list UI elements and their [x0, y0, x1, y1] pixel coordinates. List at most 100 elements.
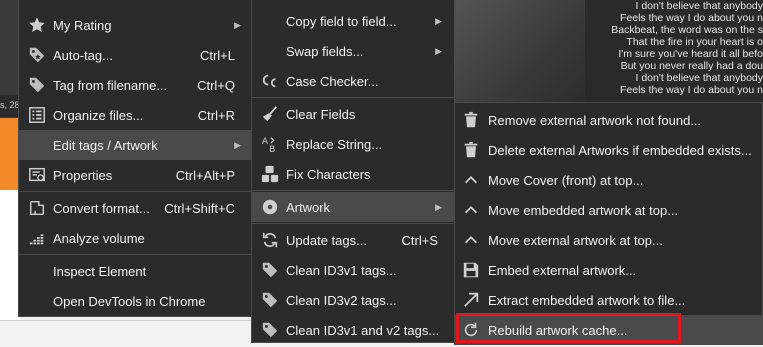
menu-item-convert-format[interactable]: Convert format... Ctrl+Shift+C — [19, 193, 251, 223]
menu-item-label: Properties — [53, 167, 113, 183]
menu-item-shortcut: Ctrl+S — [401, 232, 438, 248]
menu-separator — [252, 223, 454, 224]
refresh-icon — [461, 320, 481, 340]
menu-item-auto-tag[interactable]: Auto-tag... Ctrl+L — [19, 40, 251, 70]
menu-item-clean-id3v2[interactable]: Clean ID3v2 tags... — [252, 285, 454, 315]
menu-item-analyze-volume[interactable]: Analyze volume — [19, 223, 251, 253]
submenu-arrow-icon: ▶ — [234, 139, 241, 150]
menu-item-organize-files[interactable]: Organize files... Ctrl+R — [19, 100, 251, 130]
menu-item-artwork[interactable]: Artwork ▶ — [252, 192, 454, 222]
svg-text:A: A — [262, 137, 269, 147]
album-cover-image — [455, 0, 585, 105]
menu-item-label: Edit tags / Artwork — [53, 137, 158, 153]
lyrics-line: I'm sure you've heard it all befo — [618, 48, 763, 60]
menu-item-label: Inspect Element — [53, 263, 147, 279]
menu-item-label: Auto-tag... — [53, 47, 113, 63]
menu-item-update-tags[interactable]: Update tags... Ctrl+S — [252, 225, 454, 255]
menu-item-embed-external-artwork[interactable]: Embed external artwork... — [455, 255, 762, 285]
menu-item-replace-string[interactable]: AB Replace String... — [252, 129, 454, 159]
replace-string-icon: AB — [260, 134, 280, 154]
background-orange-panel — [0, 118, 20, 190]
lyrics-line: I don't believe that anybody — [635, 0, 763, 12]
trash-icon — [461, 140, 481, 160]
menu-item-my-rating[interactable]: My Rating ▶ — [19, 10, 251, 40]
menu-item-tag-from-filename[interactable]: Tag from filename... Ctrl+Q — [19, 70, 251, 100]
menu-item-clear-fields[interactable]: Clear Fields — [252, 99, 454, 129]
menu-item-label: Convert format... — [53, 200, 150, 216]
menu-item-label: Fix Characters — [286, 166, 371, 182]
menu-item-clean-id3v1[interactable]: Clean ID3v1 tags... — [252, 255, 454, 285]
menu-item-inspect-element[interactable]: Inspect Element — [19, 256, 251, 286]
lyrics-line: Feels the way I do about you n — [619, 12, 763, 24]
menu-item-shortcut: Ctrl+Shift+C — [164, 200, 235, 216]
menu-item-delete-external-artworks[interactable]: Delete external Artworks if embedded exi… — [455, 135, 762, 165]
menu-separator — [252, 190, 454, 191]
menu-item-label: Rebuild artwork cache... — [488, 322, 628, 338]
organize-icon — [27, 105, 47, 125]
menu-item-label: Clear Fields — [286, 106, 356, 122]
convert-icon — [27, 198, 47, 218]
menu-item-copy-field[interactable]: Copy field to field... ▶ — [252, 6, 454, 36]
submenu-arrow-icon: ▶ — [234, 19, 241, 30]
menu-item-edit-tags-artwork[interactable]: Edit tags / Artwork ▶ — [19, 130, 251, 160]
menu-item-label: Delete external Artworks if embedded exi… — [488, 142, 752, 158]
background-white-panel — [0, 190, 20, 320]
menu-item-rebuild-artwork-cache[interactable]: Rebuild artwork cache... — [455, 315, 762, 345]
star-icon — [27, 15, 47, 35]
svg-text:B: B — [269, 145, 275, 153]
context-menu: My Rating ▶ Auto-tag... Ctrl+L Tag from … — [18, 0, 252, 317]
lyrics-line: But you never really had a dou — [620, 60, 763, 72]
menu-item-label: Artwork — [286, 199, 331, 215]
menu-item-fix-characters[interactable]: Fix Characters — [252, 159, 454, 189]
menu-item-shortcut: Ctrl+Q — [197, 77, 235, 93]
menu-item-label: Analyze volume — [53, 230, 145, 246]
menu-item-properties[interactable]: Properties Ctrl+Alt+P — [19, 160, 251, 190]
menu-separator — [252, 97, 454, 98]
menu-item-label: Clean ID3v2 tags... — [286, 292, 397, 308]
menu-item-label: Organize files... — [53, 107, 144, 123]
edit-tags-submenu: Copy field to field... ▶ Swap fields... … — [251, 0, 455, 343]
arrow-up-right-icon — [461, 290, 481, 310]
lyrics-line: That the fire in your heart is o — [626, 36, 763, 48]
background-app-left: s, 28 — [0, 0, 20, 346]
artwork-submenu: Remove external artwork not found... Del… — [454, 102, 763, 345]
menu-item-label: My Rating — [53, 17, 112, 33]
menu-item-move-cover-front[interactable]: Move Cover (front) at top... — [455, 165, 762, 195]
menu-item-swap-fields[interactable]: Swap fields... ▶ — [252, 36, 454, 66]
fix-characters-icon — [260, 164, 280, 184]
menu-item-clean-id3v1-v2[interactable]: Clean ID3v1 and v2 tags... — [252, 315, 454, 345]
menu-item-label: Embed external artwork... — [488, 262, 637, 278]
auto-tag-icon — [27, 45, 47, 65]
tag-icon — [260, 260, 280, 280]
lyrics-line: Backbeat, the word was on the s — [611, 24, 763, 36]
menu-item-remove-external-artwork[interactable]: Remove external artwork not found... — [455, 105, 762, 135]
lyrics-line: Feels the way I do about you n — [619, 84, 763, 96]
menu-item-label: Move embedded artwork at top... — [488, 202, 679, 218]
menu-item-label: Move external artwork at top... — [488, 232, 663, 248]
tag-icon — [260, 290, 280, 310]
chevron-up-icon — [461, 170, 481, 190]
trash-icon — [461, 110, 481, 130]
menu-item-label: Clean ID3v1 and v2 tags... — [286, 322, 440, 338]
menu-item-label: Extract embedded artwork to file... — [488, 292, 686, 308]
menu-item-label: Move Cover (front) at top... — [488, 172, 644, 188]
menu-item-extract-embedded-artwork[interactable]: Extract embedded artwork to file... — [455, 285, 762, 315]
case-checker-icon — [260, 71, 280, 91]
menu-item-shortcut: Ctrl+R — [197, 107, 235, 123]
menu-separator — [19, 254, 251, 255]
tag-icon — [260, 320, 280, 340]
tag-icon — [27, 75, 47, 95]
submenu-arrow-icon: ▶ — [435, 45, 442, 56]
menu-item-open-devtools[interactable]: Open DevTools in Chrome — [19, 286, 251, 316]
menu-item-label: Case Checker... — [286, 73, 379, 89]
chevron-up-icon — [461, 230, 481, 250]
disc-icon — [260, 197, 280, 217]
chevron-up-icon — [461, 200, 481, 220]
menu-item-move-external-artwork[interactable]: Move external artwork at top... — [455, 225, 762, 255]
menu-item-move-embedded-artwork[interactable]: Move embedded artwork at top... — [455, 195, 762, 225]
menu-item-case-checker[interactable]: Case Checker... — [252, 66, 454, 96]
menu-item-label: Clean ID3v1 tags... — [286, 262, 397, 278]
analyze-volume-icon — [27, 228, 47, 248]
broom-icon — [260, 104, 280, 124]
menu-item-label: Tag from filename... — [53, 77, 168, 93]
